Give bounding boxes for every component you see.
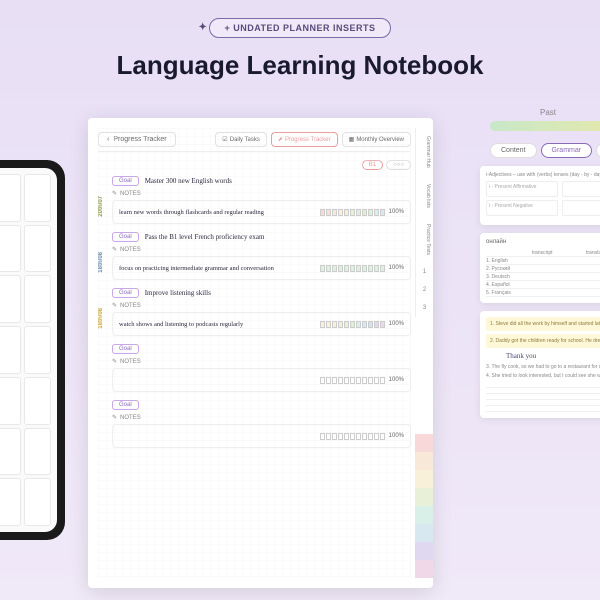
goal-label: Goal	[112, 344, 139, 354]
notes-text[interactable]: focus on practicing intermediate grammar…	[119, 265, 316, 272]
color-tab[interactable]	[415, 542, 433, 560]
notes-label: ✎ NOTES	[112, 246, 411, 253]
color-tab[interactable]	[415, 452, 433, 470]
goal-text[interactable]: Master 300 new English words	[145, 177, 232, 185]
goal-date: 18th/08	[98, 308, 104, 329]
goal-block: 18th/08 Goal Pass the B1 level French pr…	[98, 232, 411, 280]
goal-text[interactable]: Pass the B1 level French proficiency exa…	[145, 233, 265, 241]
progress-bar	[320, 209, 385, 216]
vocab-card: онлайнtranscripttranslation1. English2. …	[480, 233, 600, 303]
notes-label: ✎ NOTES	[112, 414, 411, 421]
preview-cards: Past Content GrammarVocal i-Adjectives – …	[460, 108, 600, 426]
tab-label: Monthly Overview	[356, 137, 404, 143]
vocab-word: онлайн	[486, 239, 600, 245]
side-tab[interactable]: Practice Tests	[415, 216, 433, 263]
pencil-icon: ✎	[112, 246, 117, 253]
tablet-preview: Daily TasksPr	[0, 160, 65, 540]
past-progress-bar	[490, 121, 600, 131]
notes-text[interactable]: learn new words through flashcards and r…	[119, 209, 316, 216]
highlight-line: 2. Daddy got the children ready for scho…	[486, 334, 600, 348]
progress-pct: 100%	[389, 265, 404, 271]
grammar-cell[interactable]	[562, 200, 600, 216]
pencil-icon: ✎	[112, 190, 117, 197]
color-tab[interactable]	[415, 470, 433, 488]
color-tab[interactable]	[415, 560, 433, 578]
handwritten-answer[interactable]: Thank you	[506, 352, 600, 360]
goal-text[interactable]: Improve listening skills	[145, 289, 211, 297]
highlight-line: 1. Steve did all the work by himself and…	[486, 317, 600, 331]
notes-text[interactable]: watch shows and listening to podcasts re…	[119, 321, 316, 328]
notes-label: ✎ NOTES	[112, 302, 411, 309]
filter-pill[interactable]: Grammar	[541, 143, 593, 158]
progress-bar	[320, 265, 385, 272]
exercise-line: 3. The fly cook, so we had to go to a re…	[486, 364, 600, 370]
progress-pct: 100%	[389, 377, 404, 383]
pencil-icon: ✎	[112, 358, 117, 365]
goal-block: Goal ✎ NOTES 100%	[98, 344, 411, 392]
goal-label: Goal	[112, 176, 139, 186]
vocab-row[interactable]: 4. Español	[486, 281, 600, 289]
side-num-tab[interactable]: 1	[415, 263, 433, 281]
goal-date: 18th/08	[98, 252, 104, 273]
color-tab[interactable]	[415, 506, 433, 524]
tab-icon: ⬈	[278, 136, 283, 143]
badge: + UNDATED PLANNER INSERTS	[209, 18, 390, 38]
progress-bar	[320, 377, 385, 384]
past-label: Past	[540, 108, 600, 117]
nav-tab[interactable]: ☑Daily Tasks	[215, 132, 267, 147]
notebook-page: ‹ Progress Tracker ☑Daily Tasks⬈Progress…	[88, 118, 433, 588]
tab-icon: ▦	[349, 136, 355, 143]
progress-pct: 100%	[389, 321, 404, 327]
vocab-row[interactable]: 5. Français	[486, 289, 600, 297]
color-tab[interactable]	[415, 524, 433, 542]
level-pill[interactable]: B1	[362, 160, 383, 170]
grammar-card: i-Adjectives – use with (verbs) tenses (…	[480, 166, 600, 225]
color-tab[interactable]	[415, 434, 433, 452]
nav-tab[interactable]: ▦Monthly Overview	[342, 132, 411, 147]
back-label: Progress Tracker	[113, 136, 166, 143]
exercise-line: 4. She tried to look interested, but I c…	[486, 373, 600, 379]
filter-pill[interactable]: Vocal	[596, 143, 600, 158]
color-tab[interactable]	[415, 488, 433, 506]
nav-tab[interactable]: ⬈Progress Tracker	[271, 132, 338, 147]
goal-label: Goal	[112, 288, 139, 298]
side-num-tab[interactable]: 3	[415, 299, 433, 317]
goal-label: Goal	[112, 232, 139, 242]
vocab-row[interactable]: 2. Русский	[486, 265, 600, 273]
goal-block: 18th/08 Goal Improve listening skills ✎ …	[98, 288, 411, 336]
notes-label: ✎ NOTES	[112, 358, 411, 365]
notes-label: ✎ NOTES	[112, 190, 411, 197]
tab-label: Daily Tasks	[230, 137, 260, 143]
grammar-cell[interactable]	[562, 181, 600, 197]
tab-label: Progress Tracker	[285, 137, 331, 143]
filter-pill[interactable]: Content	[490, 143, 537, 158]
side-tab[interactable]: Vocab lists	[415, 176, 433, 216]
goal-date: 20th/07	[98, 196, 104, 217]
progress-pct: 100%	[389, 209, 404, 215]
tab-icon: ☑	[222, 136, 227, 143]
grammar-cell[interactable]: i - Present Affirmative	[486, 181, 558, 197]
back-button[interactable]: ‹ Progress Tracker	[98, 132, 176, 147]
exercise-card: 1. Steve did all the work by himself and…	[480, 311, 600, 418]
vocab-row[interactable]: 3. Deutsch	[486, 273, 600, 281]
side-num-tab[interactable]: 2	[415, 281, 433, 299]
goal-block: 20th/07 Goal Master 300 new English word…	[98, 176, 411, 224]
pencil-icon: ✎	[112, 302, 117, 309]
level-pill[interactable]: ○○○	[386, 160, 411, 170]
page-title: Language Learning Notebook	[0, 50, 600, 81]
vocab-row[interactable]: 1. English	[486, 257, 600, 265]
card-header: i-Adjectives – use with (verbs) tenses (…	[486, 172, 600, 178]
grammar-cell[interactable]: i - Present Negative	[486, 200, 558, 216]
pencil-icon: ✎	[112, 414, 117, 421]
progress-bar	[320, 321, 385, 328]
goal-block: Goal ✎ NOTES 100%	[98, 400, 411, 448]
progress-bar	[320, 433, 385, 440]
side-tab[interactable]: Grammar Hub	[415, 128, 433, 176]
progress-pct: 100%	[389, 433, 404, 439]
chevron-left-icon: ‹	[107, 136, 109, 143]
goal-label: Goal	[112, 400, 139, 410]
